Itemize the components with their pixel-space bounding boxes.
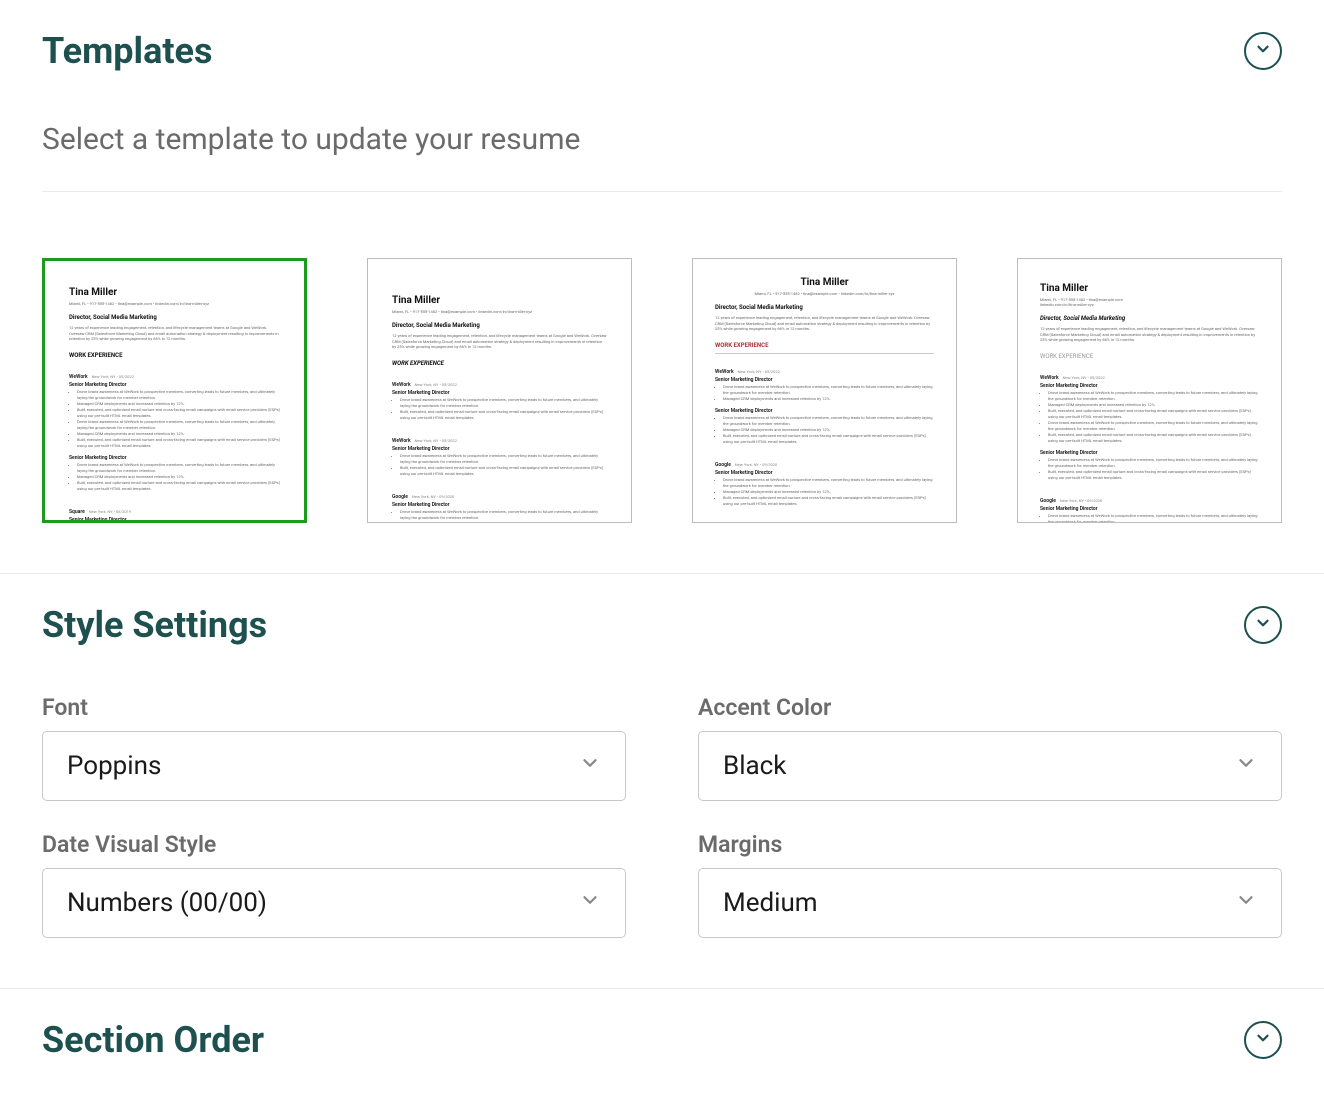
chevron-down-icon bbox=[1254, 40, 1272, 62]
style-settings-collapse-button[interactable] bbox=[1244, 606, 1282, 644]
template-option-2[interactable]: Tina Miller Miami, FL • 917-555-1482 • t… bbox=[367, 258, 632, 523]
chevron-down-icon bbox=[1254, 614, 1272, 636]
preview-name: Tina Miller bbox=[1040, 283, 1259, 294]
preview-section-head: WORK EXPERIENCE bbox=[1040, 353, 1259, 360]
preview-role: Director, Social Media Marketing bbox=[1040, 315, 1259, 322]
preview-section-head: WORK EXPERIENCE bbox=[715, 342, 934, 349]
preview-role: Director, Social Media Marketing bbox=[392, 322, 607, 329]
preview-role: Director, Social Media Marketing bbox=[69, 314, 280, 321]
preview-contact: Miami, FL • 917-555-1482 • tina@example.… bbox=[715, 291, 934, 296]
preview-name: Tina Miller bbox=[392, 295, 607, 306]
margins-value: Medium bbox=[723, 888, 818, 918]
chevron-down-icon bbox=[1254, 1029, 1272, 1051]
style-settings-title: Style Settings bbox=[42, 604, 267, 646]
section-order-collapse-button[interactable] bbox=[1244, 1021, 1282, 1059]
preview-summary: 12 years of experience leading engagemen… bbox=[69, 325, 280, 342]
font-value: Poppins bbox=[67, 751, 161, 781]
margins-select[interactable]: Medium bbox=[698, 868, 1282, 938]
font-label: Font bbox=[42, 694, 626, 721]
chevron-down-icon bbox=[579, 888, 601, 918]
font-select[interactable]: Poppins bbox=[42, 731, 626, 801]
templates-row: Tina Miller Miami, FL • 917-555-1482 • t… bbox=[42, 192, 1282, 573]
preview-contact: Miami, FL • 917-555-1482 • tina@example.… bbox=[69, 301, 280, 306]
section-order-title: Section Order bbox=[42, 1019, 264, 1061]
margins-label: Margins bbox=[698, 831, 1282, 858]
template-option-4[interactable]: Tina Miller Miami, FL • 917-555-1482 • t… bbox=[1017, 258, 1282, 523]
preview-section-head: WORK EXPERIENCE bbox=[392, 360, 607, 367]
accent-color-label: Accent Color bbox=[698, 694, 1282, 721]
date-style-select[interactable]: Numbers (00/00) bbox=[42, 868, 626, 938]
chevron-down-icon bbox=[1235, 888, 1257, 918]
chevron-down-icon bbox=[579, 751, 601, 781]
chevron-down-icon bbox=[1235, 751, 1257, 781]
preview-role: Director, Social Media Marketing bbox=[715, 304, 934, 311]
template-option-1[interactable]: Tina Miller Miami, FL • 917-555-1482 • t… bbox=[42, 258, 307, 523]
preview-summary: 12 years of experience leading engagemen… bbox=[1040, 326, 1259, 343]
margins-field: Margins Medium bbox=[698, 831, 1282, 938]
templates-instruction: Select a template to update your resume bbox=[42, 102, 1282, 192]
date-style-field: Date Visual Style Numbers (00/00) bbox=[42, 831, 626, 938]
preview-section-head: WORK EXPERIENCE bbox=[69, 352, 280, 359]
preview-name: Tina Miller bbox=[69, 287, 280, 298]
font-field: Font Poppins bbox=[42, 694, 626, 801]
templates-title: Templates bbox=[42, 30, 212, 72]
date-style-value: Numbers (00/00) bbox=[67, 888, 267, 918]
preview-name: Tina Miller bbox=[715, 277, 934, 288]
preview-summary: 12 years of experience leading engagemen… bbox=[715, 315, 934, 332]
preview-contact: Miami, FL • 917-555-1482 • tina@example.… bbox=[1040, 297, 1259, 307]
template-option-3[interactable]: Tina Miller Miami, FL • 917-555-1482 • t… bbox=[692, 258, 957, 523]
templates-collapse-button[interactable] bbox=[1244, 32, 1282, 70]
date-style-label: Date Visual Style bbox=[42, 831, 626, 858]
preview-summary: 12 years of experience leading engagemen… bbox=[392, 333, 607, 350]
accent-color-value: Black bbox=[723, 751, 786, 781]
preview-contact: Miami, FL • 917-555-1482 • tina@example.… bbox=[392, 309, 607, 314]
accent-color-field: Accent Color Black bbox=[698, 694, 1282, 801]
accent-color-select[interactable]: Black bbox=[698, 731, 1282, 801]
